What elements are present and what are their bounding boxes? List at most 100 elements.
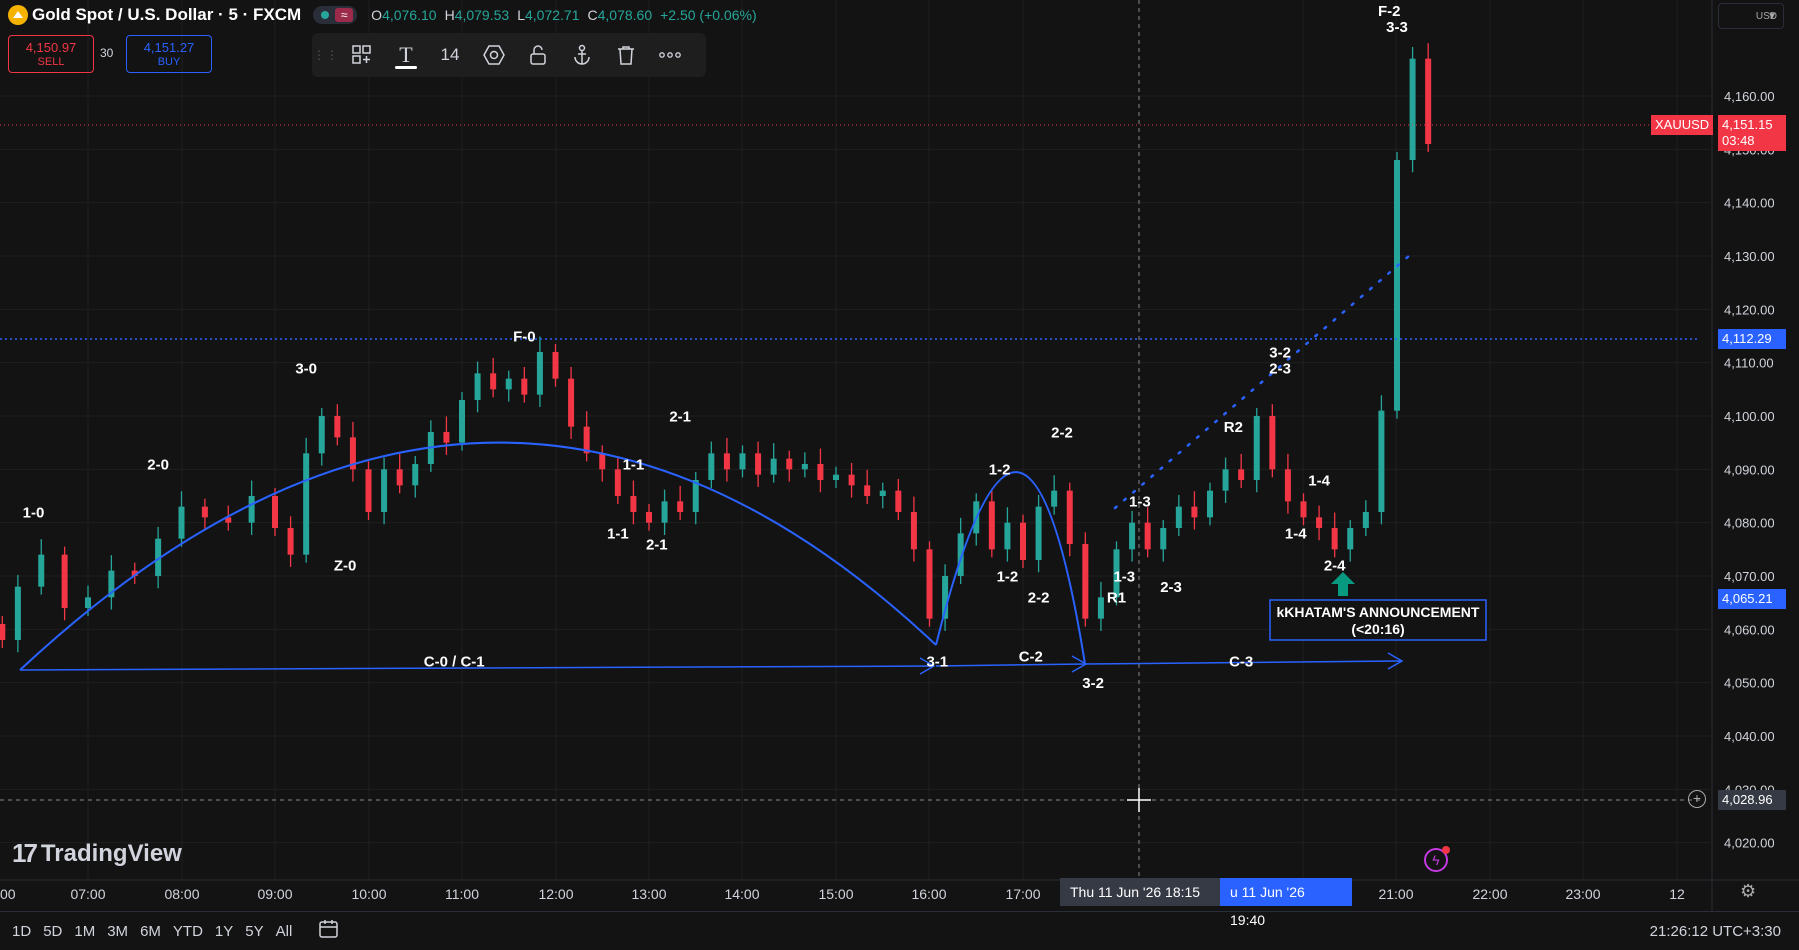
candle-body <box>988 501 995 550</box>
status-pill[interactable]: ≈ <box>313 6 358 24</box>
candle-body <box>568 378 575 427</box>
drawing-toolbar: ⋮⋮ T 14 <box>312 33 706 77</box>
ohlc-low-label: L <box>517 7 525 23</box>
ohlc-change: +2.50 (+0.06%) <box>660 7 757 23</box>
grid-lines <box>0 0 1710 880</box>
x-tick-label: 13:00 <box>631 886 666 902</box>
candle-body <box>1175 506 1182 528</box>
wave-label: 1-4 <box>1308 472 1330 489</box>
timeframe-5y[interactable]: 5Y <box>245 923 263 940</box>
wave-label: 2-3 <box>1160 579 1182 596</box>
wave-label: 1-2 <box>989 462 1011 479</box>
y-tick-label: 4,160.00 <box>1724 89 1775 104</box>
y-tick-label: 4,020.00 <box>1724 836 1775 851</box>
y-tick-label: 4,140.00 <box>1724 196 1775 211</box>
candle-body <box>677 501 684 512</box>
tv-logo-icon: 17 <box>12 838 38 868</box>
candle-body <box>334 416 341 438</box>
font-size-value[interactable]: 14 <box>428 33 472 77</box>
candle-body <box>365 469 372 512</box>
candle-body <box>536 352 543 395</box>
settings-hex-icon[interactable] <box>472 33 516 77</box>
unlock-icon[interactable] <box>516 33 560 77</box>
wave-label: 2-3 <box>1269 360 1291 377</box>
candle-body <box>521 378 528 395</box>
candle-body <box>1144 522 1151 550</box>
candle-body <box>412 464 419 486</box>
wave-label: F-2 <box>1378 3 1401 20</box>
candle-body <box>178 506 185 539</box>
buy-price: 4,151.27 <box>143 40 195 55</box>
wave-label: 1-1 <box>623 456 645 473</box>
gear-icon[interactable]: ⚙ <box>1740 881 1756 902</box>
more-icon[interactable] <box>648 33 692 77</box>
symbol-price-tag: XAUUSD <box>1651 115 1714 135</box>
wave-label: 1-0 <box>23 504 45 521</box>
crosshair-price-tag: 4,028.96 <box>1718 790 1786 810</box>
candle-body <box>85 597 91 608</box>
chart-canvas[interactable]: 1-0 2-0 3-0 Z-0 F-0 2-1 1-1 1-1 2-1 1-2 2-2 1-2 2-2 1… <box>0 0 1799 949</box>
candle-body <box>723 453 730 470</box>
timeframe-1y[interactable]: 1Y <box>215 923 233 940</box>
bottom-toolbar: 1D 5D 1M 3M 6M YTD 1Y 5Y All 21:26:12 UT… <box>0 911 1799 950</box>
candle-body <box>318 416 325 454</box>
timeframe-ytd[interactable]: YTD <box>173 923 203 940</box>
wave-label: C-3 <box>1229 654 1253 671</box>
candle-body <box>770 458 777 475</box>
candle-body <box>0 624 6 640</box>
add-alert-icon[interactable]: + <box>1688 790 1706 808</box>
dotted-trend-line <box>1113 253 1412 510</box>
lightning-icon[interactable]: ϟ <box>1424 846 1450 872</box>
template-add-icon[interactable] <box>340 33 384 77</box>
timeframe-1d[interactable]: 1D <box>12 923 31 940</box>
candle-body <box>272 496 278 528</box>
candle-body <box>1316 517 1323 528</box>
candle-body <box>1160 528 1167 550</box>
candle-body <box>1051 490 1058 507</box>
text-tool-icon[interactable]: T <box>384 33 428 77</box>
spread-value: 30 <box>100 46 114 60</box>
x-tick-label: 08:00 <box>164 886 199 902</box>
wave-label: 2-2 <box>1028 590 1050 607</box>
timeframe-1m[interactable]: 1M <box>74 923 95 940</box>
y-tick-label: 4,120.00 <box>1724 302 1775 317</box>
candle-body <box>1097 597 1104 619</box>
sell-button[interactable]: 4,150.97 SELL <box>8 35 94 73</box>
selected-time-tag: u 11 Jun '26 19:40 <box>1220 878 1352 928</box>
wave-label: 2-1 <box>646 536 668 553</box>
x-tick-label: 15:00 <box>818 886 853 902</box>
currency-select[interactable]: USD ▼ <box>1718 3 1784 29</box>
ohlc-close-label: C <box>587 7 598 23</box>
ohlc-close-value: 4,078.60 <box>597 7 653 23</box>
x-tick-label: 17:00 <box>1005 886 1040 902</box>
candle-body <box>201 506 208 518</box>
timeframe-3m[interactable]: 3M <box>107 923 128 940</box>
timeframe-all[interactable]: All <box>276 923 293 940</box>
x-tick-label: 21:00 <box>1378 886 1413 902</box>
symbol-title[interactable]: Gold Spot / U.S. Dollar · 5 · FXCM <box>32 5 301 25</box>
candle-body <box>895 490 902 512</box>
candle-body <box>1284 469 1291 502</box>
trash-icon[interactable] <box>604 33 648 77</box>
last-price-tag: 4,151.15 03:48 <box>1718 115 1786 151</box>
wave-label: 1-2 <box>997 568 1019 585</box>
candle-body <box>505 378 512 390</box>
wave-label: 1-4 <box>1285 526 1307 543</box>
ohlc-open-label: O <box>371 7 383 23</box>
timeframe-6m[interactable]: 6M <box>140 923 161 940</box>
announcement-line2: (<20:16) <box>1351 621 1404 637</box>
clock-display[interactable]: 21:26:12 UTC+3:30 <box>1650 923 1781 940</box>
calendar-icon[interactable] <box>318 919 340 944</box>
y-tick-label: 4,040.00 <box>1724 729 1775 744</box>
x-tick-label: 12 <box>1669 886 1685 902</box>
c2-line <box>935 663 1087 667</box>
buy-button[interactable]: 4,151.27 BUY <box>126 35 212 73</box>
x-tick-label: 12:00 <box>538 886 573 902</box>
drag-grip-icon[interactable]: ⋮⋮ <box>312 33 340 77</box>
candle-body <box>786 458 793 470</box>
candle-body <box>864 485 871 496</box>
anchor-icon[interactable] <box>560 33 604 77</box>
candle-body <box>1129 522 1136 550</box>
timeframe-5d[interactable]: 5D <box>43 923 62 940</box>
candle-body <box>817 464 824 480</box>
